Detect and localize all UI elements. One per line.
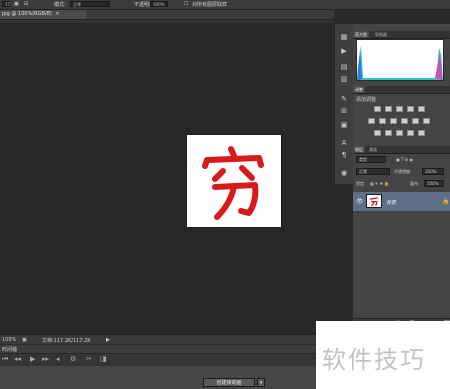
create-frame-animation-button[interactable]: 创建帧动画	[203, 378, 255, 387]
exposure-icon[interactable]	[407, 106, 414, 112]
fill-input[interactable]: 100%	[424, 180, 444, 187]
blend-mode-select[interactable]: 正常	[356, 168, 390, 175]
histogram-graph	[356, 39, 444, 81]
gradient-map-icon[interactable]	[407, 130, 414, 136]
sample-checkbox[interactable]: ☐	[184, 1, 188, 7]
color-balance-icon[interactable]	[379, 118, 386, 124]
status-menu-arrow-icon[interactable]: ▶	[106, 337, 110, 343]
layer-opacity-input[interactable]: 100%	[422, 168, 444, 175]
play-action-icon[interactable]: ▶	[338, 46, 350, 56]
timeline-title: 时间轴	[2, 347, 18, 353]
close-icon[interactable]: ×	[55, 11, 59, 17]
tab-channels[interactable]: 通道	[367, 146, 379, 153]
levels-icon[interactable]	[385, 106, 392, 112]
vibrance-icon[interactable]	[418, 106, 425, 112]
filter-icons[interactable]: ▣ T ⊞ ◉	[396, 157, 413, 162]
chevron-down-icon[interactable]: ▾	[257, 378, 265, 387]
layers-panel-tabs: 图层 通道	[353, 146, 450, 154]
clone-source-icon[interactable]: ⊞	[338, 106, 350, 116]
fill-label: 填充:	[410, 181, 420, 186]
document-tab[interactable]: jpg @ 100%(RGB/8) ×	[0, 10, 86, 19]
lock-icon: 🔒	[442, 198, 450, 205]
zoom-readout[interactable]: 100%	[2, 337, 16, 343]
sample-all-layers-label: 对所有图层取样	[192, 2, 228, 8]
history-icon[interactable]: ▦	[338, 32, 350, 42]
paragraph-icon[interactable]: ▥	[338, 74, 350, 84]
first-frame-icon[interactable]: ⏮	[2, 355, 8, 364]
layer-opacity-label: 不透明度:	[394, 169, 412, 174]
layer-name[interactable]: 背景	[386, 199, 396, 206]
invert-icon[interactable]	[374, 130, 381, 136]
brightness-icon[interactable]	[374, 106, 381, 112]
histogram-chart	[357, 45, 443, 80]
transition-icon[interactable]: ◨	[100, 355, 107, 363]
photo-filter-icon[interactable]	[401, 118, 408, 124]
tab-navigator[interactable]: 导航器	[373, 31, 389, 38]
layer-thumbnail	[366, 194, 382, 208]
document-info: 文档:117.2K/117.2K	[42, 338, 91, 344]
options-bar: 17 ▣ ⊟ 模式: 正常 不透明度: 100% ☐ 对所有图层取样	[0, 0, 450, 10]
brush-panel-icon[interactable]: ▣	[14, 1, 19, 7]
curves-icon[interactable]	[396, 106, 403, 112]
lock-label: 锁定:	[356, 181, 366, 186]
document-canvas[interactable]	[187, 135, 281, 227]
workspace	[0, 24, 334, 332]
panel-icon-strip: ▦ ▶ ▤ ▥ ✎ ⊞ ▣ A ¶ ◉	[334, 24, 354, 184]
toggle-icon[interactable]: ⊟	[24, 1, 28, 7]
lock-icons[interactable]: ▦ ✎ ✥ 🔒	[370, 181, 389, 186]
status-icon: ▣	[22, 337, 27, 343]
audio-icon[interactable]: ◂	[56, 355, 60, 363]
posterize-icon[interactable]	[385, 130, 392, 136]
tool-preset-icon[interactable]: ▣	[338, 120, 350, 130]
document-tab-title: jpg @ 100%(RGB/8)	[2, 11, 52, 17]
tab-layers[interactable]: 图层	[353, 146, 365, 153]
mode-select[interactable]: 正常	[70, 1, 110, 7]
canvas-image	[202, 146, 264, 220]
layer-thumbnail-image	[369, 197, 378, 207]
settings-icon[interactable]: ⚙	[70, 355, 76, 363]
channel-mixer-icon[interactable]	[412, 118, 419, 124]
next-frame-icon[interactable]: ▸▸	[42, 355, 49, 363]
eye-icon[interactable]: 👁	[356, 198, 364, 205]
hue-saturation-icon[interactable]	[368, 118, 375, 124]
layer-kind-filter[interactable]: 类型	[356, 156, 386, 163]
text-tool-icon[interactable]: A	[338, 138, 350, 148]
watermark-text: 软件技巧	[322, 346, 426, 374]
cut-icon[interactable]: ✂	[86, 355, 92, 363]
tab-histogram[interactable]: 直方图	[353, 31, 369, 38]
adjustments-title: 添加调整	[356, 97, 377, 103]
adjustments-panel-tabs: 调整	[353, 86, 450, 94]
brush-preset-icon[interactable]: ✎	[338, 94, 350, 104]
histogram-panel-tabs: 直方图 导航器	[353, 31, 450, 39]
character-icon[interactable]: ▤	[338, 62, 350, 72]
tab-adjustments[interactable]: 调整	[353, 86, 365, 93]
play-icon[interactable]: ▶	[30, 355, 35, 363]
3d-icon[interactable]: ◉	[338, 168, 350, 178]
brush-size-picker[interactable]: 17	[2, 1, 10, 7]
prev-frame-icon[interactable]: ◂◂	[14, 355, 21, 363]
threshold-icon[interactable]	[396, 130, 403, 136]
selective-color-icon[interactable]	[418, 130, 425, 136]
color-lookup-icon[interactable]	[423, 118, 430, 124]
paragraph-mark-icon[interactable]: ¶	[338, 150, 350, 160]
ruler-top	[0, 20, 334, 23]
mode-label: 模式:	[54, 2, 66, 8]
black-white-icon[interactable]	[390, 118, 397, 124]
opacity-input[interactable]: 100%	[150, 1, 168, 7]
